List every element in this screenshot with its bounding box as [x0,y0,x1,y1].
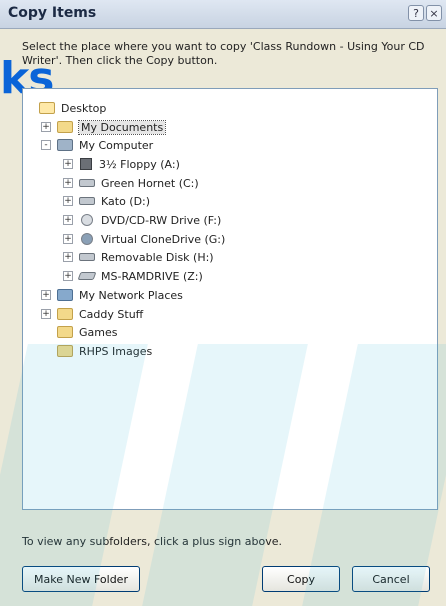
tree-item-drive-d[interactable]: + Kato (D:) [63,192,150,210]
tree-item-label: Kato (D:) [101,194,151,208]
close-button[interactable]: × [426,5,442,21]
folder-icon [57,326,73,338]
expand-icon[interactable]: + [41,122,51,132]
folder-icon [57,345,73,357]
tree-item-drive-g[interactable]: + Virtual CloneDrive (G:) [63,230,225,248]
tree-item-games[interactable]: Games [57,323,117,341]
tree-item-label: Desktop [61,101,107,115]
expand-icon[interactable]: + [63,215,73,225]
tree-item-drive-f[interactable]: + DVD/CD-RW Drive (F:) [63,211,221,229]
copy-items-dialog: Copy Items ? × Select the place where yo… [0,0,446,606]
tree-item-my-network-places[interactable]: + My Network Places [41,286,183,304]
ram-drive-icon [77,272,97,280]
tree-item-my-documents[interactable]: + My Documents [41,118,167,136]
make-new-folder-button[interactable]: Make New Folder [22,566,140,592]
instruction-text: Select the place where you want to copy … [22,40,425,67]
tree-item-label: RHPS Images [79,344,153,358]
hint-text: To view any subfolders, click a plus sig… [22,535,282,548]
removable-drive-icon [79,253,95,261]
expand-icon[interactable]: + [63,252,73,262]
floppy-icon-wrap [79,157,93,171]
copy-button[interactable]: Copy [262,566,340,592]
drive-icon-wrap [79,176,95,190]
cd-drive-icon-wrap [79,213,95,227]
network-icon [57,289,73,301]
expand-icon[interactable]: + [63,234,73,244]
drive-icon [79,179,95,187]
computer-icon [57,139,73,151]
collapse-icon[interactable]: - [41,140,51,150]
tree-item-desktop[interactable]: Desktop [39,99,106,117]
tree-item-label: DVD/CD-RW Drive (F:) [101,213,222,227]
tree-item-rhps-images[interactable]: RHPS Images [57,342,152,360]
tree-item-floppy[interactable]: + 3½ Floppy (A:) [63,155,180,173]
folder-tree[interactable]: Desktop + My Documents - My Computer + 3… [22,88,438,510]
tree-item-label: Green Hornet (C:) [101,176,199,190]
close-icon: × [429,7,439,20]
tree-item-my-computer[interactable]: - My Computer [41,136,153,154]
expand-icon[interactable]: + [41,290,51,300]
cancel-button[interactable]: Cancel [352,566,430,592]
tree-item-label: My Computer [79,138,154,152]
expand-icon[interactable]: + [63,196,73,206]
dialog-title: Copy Items [8,5,97,21]
folder-icon [57,121,73,133]
tree-item-drive-h[interactable]: + Removable Disk (H:) [63,248,214,266]
drive-icon-wrap [79,194,95,208]
tree-item-drive-z[interactable]: + MS-RAMDRIVE (Z:) [63,267,203,285]
tree-item-label: My Network Places [79,288,183,302]
expand-icon[interactable]: + [63,271,73,281]
tree-item-caddy-stuff[interactable]: + Caddy Stuff [41,305,143,323]
tree-item-drive-c[interactable]: + Green Hornet (C:) [63,174,199,192]
virtual-drive-icon-wrap [79,232,95,246]
expand-icon[interactable]: + [63,178,73,188]
folder-icon [57,308,73,320]
tree-item-label: Caddy Stuff [79,307,144,321]
help-icon: ? [413,7,419,20]
ram-drive-icon-wrap [77,269,97,283]
virtual-drive-icon [81,233,93,245]
expand-icon[interactable]: + [41,309,51,319]
help-button[interactable]: ? [408,5,424,21]
desktop-icon [39,102,55,114]
tree-item-label: Virtual CloneDrive (G:) [101,232,226,246]
tree-item-label: Removable Disk (H:) [101,250,214,264]
cd-drive-icon [81,214,93,226]
expand-icon[interactable]: + [63,159,73,169]
tree-item-label: My Documents [77,119,167,135]
removable-drive-icon-wrap [79,250,95,264]
tree-item-label: 3½ Floppy (A:) [99,157,180,171]
drive-icon [79,197,95,205]
tree-item-label: Games [79,325,118,339]
title-bar[interactable]: Copy Items ? × [0,0,446,29]
floppy-icon [80,158,92,170]
tree-item-label: MS-RAMDRIVE (Z:) [101,269,203,283]
